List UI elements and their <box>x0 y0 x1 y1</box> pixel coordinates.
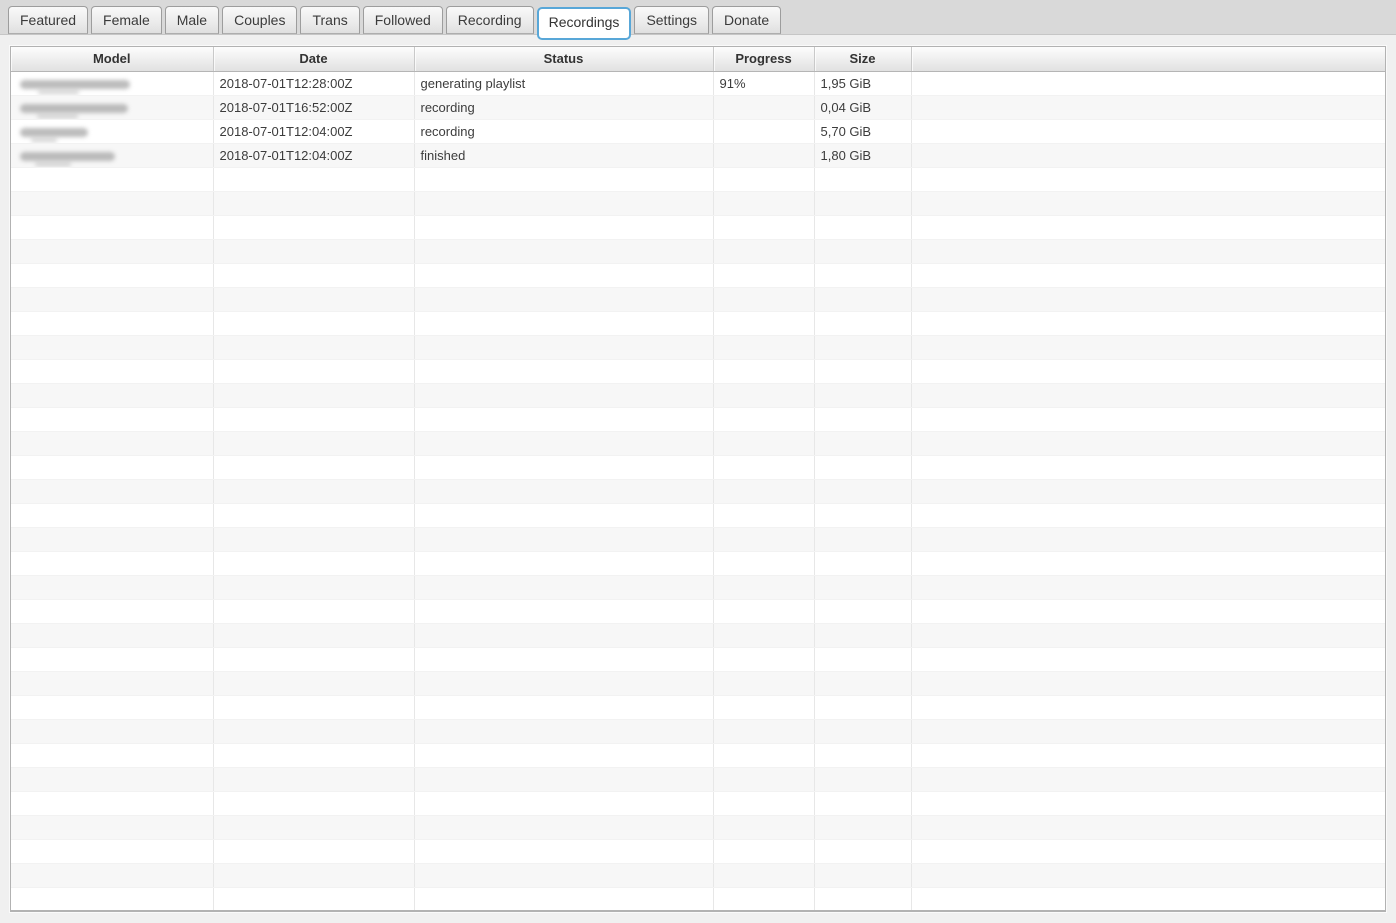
status-cell: finished <box>414 143 714 168</box>
empty-row <box>11 839 1385 864</box>
spacer-cell <box>911 143 1385 168</box>
empty-row <box>11 551 1385 576</box>
size-cell: 5,70 GiB <box>814 119 912 144</box>
tab-trans[interactable]: Trans <box>300 6 360 34</box>
spacer-cell <box>911 119 1385 144</box>
recordings-table-container: Model Date Status Progress Size 2018-07-01T1… <box>10 46 1386 912</box>
empty-row <box>11 887 1385 910</box>
size-cell: 0,04 GiB <box>814 95 912 120</box>
progress-cell <box>713 95 815 120</box>
empty-row <box>11 407 1385 432</box>
model-cell <box>11 71 214 96</box>
empty-row <box>11 599 1385 624</box>
empty-row <box>11 719 1385 744</box>
date-cell: 2018-07-01T12:28:00Z <box>213 71 415 96</box>
empty-row <box>11 575 1385 600</box>
tab-recordings[interactable]: Recordings <box>536 7 632 40</box>
spacer-cell <box>911 95 1385 120</box>
model-cell <box>11 95 214 120</box>
model-cell <box>11 143 214 168</box>
empty-row <box>11 503 1385 528</box>
status-cell: generating playlist <box>414 71 714 96</box>
model-name-redacted <box>20 151 115 166</box>
status-cell: recording <box>414 95 714 120</box>
tab-donate[interactable]: Donate <box>712 6 782 34</box>
empty-row <box>11 455 1385 480</box>
table-row[interactable]: 2018-07-01T12:04:00Z recording 5,70 GiB <box>11 119 1385 144</box>
empty-row <box>11 167 1385 192</box>
tab-couples[interactable]: Couples <box>222 6 298 34</box>
empty-row <box>11 647 1385 672</box>
column-header-model: Model <box>11 47 214 72</box>
model-cell <box>11 119 214 144</box>
empty-row <box>11 359 1385 384</box>
empty-row <box>11 479 1385 504</box>
empty-row <box>11 767 1385 792</box>
empty-row <box>11 335 1385 360</box>
empty-row <box>11 791 1385 816</box>
progress-cell <box>713 143 815 168</box>
tab-recording[interactable]: Recording <box>445 6 534 34</box>
tab-male[interactable]: Male <box>164 6 220 34</box>
empty-row <box>11 623 1385 648</box>
model-name-redacted <box>20 79 130 94</box>
empty-row <box>11 743 1385 768</box>
empty-row <box>11 383 1385 408</box>
size-cell: 1,80 GiB <box>814 143 912 168</box>
size-cell: 1,95 GiB <box>814 71 912 96</box>
column-header-spacer <box>911 47 1385 72</box>
column-header-status: Status <box>414 47 714 72</box>
tab-settings[interactable]: Settings <box>634 6 710 34</box>
table-row[interactable]: 2018-07-01T12:04:00Z finished 1,80 GiB <box>11 143 1385 168</box>
empty-row <box>11 263 1385 288</box>
table-header-row: Model Date Status Progress Size <box>11 47 1385 72</box>
content-area: Model Date Status Progress Size 2018-07-01T1… <box>0 35 1396 912</box>
table-body: 2018-07-01T12:28:00Z generating playlist 9… <box>11 71 1385 910</box>
empty-row <box>11 191 1385 216</box>
tab-female[interactable]: Female <box>91 6 162 34</box>
date-cell: 2018-07-01T12:04:00Z <box>213 143 415 168</box>
tab-featured[interactable]: Featured <box>8 6 89 34</box>
empty-row <box>11 671 1385 696</box>
column-header-date: Date <box>213 47 415 72</box>
empty-row <box>11 527 1385 552</box>
progress-cell <box>713 119 815 144</box>
tab-followed[interactable]: Followed <box>362 6 443 34</box>
date-cell: 2018-07-01T16:52:00Z <box>213 95 415 120</box>
empty-row <box>11 287 1385 312</box>
recordings-table: Model Date Status Progress Size 2018-07-01T1… <box>11 47 1385 910</box>
empty-row <box>11 695 1385 720</box>
empty-row <box>11 431 1385 456</box>
model-name-redacted <box>20 127 88 142</box>
spacer-cell <box>911 71 1385 96</box>
tab-bar: Featured Female Male Couples Trans Followed Re… <box>0 0 1396 40</box>
empty-row <box>11 863 1385 888</box>
column-header-progress: Progress <box>713 47 815 72</box>
status-cell: recording <box>414 119 714 144</box>
empty-row <box>11 815 1385 840</box>
table-row[interactable]: 2018-07-01T12:28:00Z generating playlist 9… <box>11 71 1385 96</box>
empty-row <box>11 311 1385 336</box>
table-row[interactable]: 2018-07-01T16:52:00Z recording 0,04 GiB <box>11 95 1385 120</box>
column-header-size: Size <box>814 47 912 72</box>
empty-row <box>11 215 1385 240</box>
date-cell: 2018-07-01T12:04:00Z <box>213 119 415 144</box>
progress-cell: 91% <box>713 71 815 96</box>
model-name-redacted <box>20 103 128 118</box>
empty-row <box>11 239 1385 264</box>
